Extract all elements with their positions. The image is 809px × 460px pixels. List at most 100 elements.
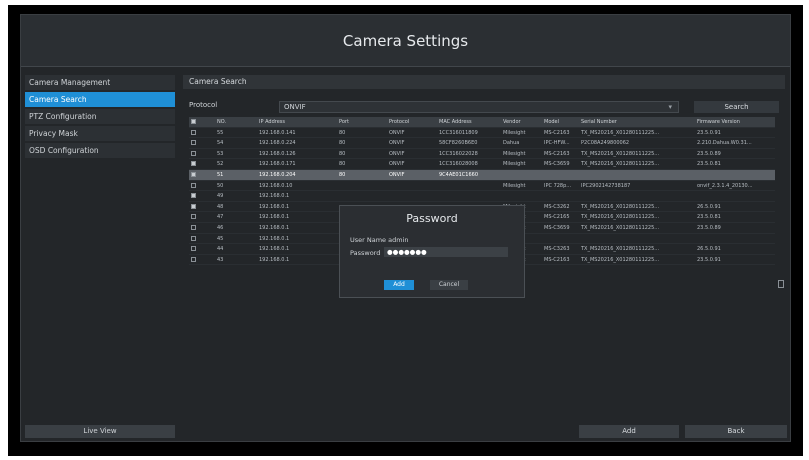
table-cell: 23.5.0.91: [697, 256, 721, 263]
table-cell: 192.168.0.204: [259, 171, 296, 178]
sidebar-item-ptz-configuration[interactable]: PTZ Configuration: [25, 109, 175, 124]
sidebar: Camera Management Camera Search PTZ Conf…: [25, 75, 175, 441]
column-header[interactable]: Vendor: [503, 119, 541, 125]
table-row[interactable]: 50 192.168.0.10 Milesight IPC 728p... IPC290…: [189, 181, 775, 192]
row-checkbox[interactable]: [191, 235, 201, 243]
table-cell: 192.168.0.126: [259, 150, 296, 157]
password-label: Password: [350, 249, 381, 257]
table-cell: 47: [217, 214, 224, 221]
table-row[interactable]: 51 192.168.0.204 80 ONVIF 9C4AE01C1660: [189, 169, 775, 181]
table-cell: TX_MS20216_X01280111225...: [581, 150, 660, 157]
dialog-cancel-button[interactable]: Cancel: [430, 280, 468, 290]
table-cell: TX_MS20216_X01280111225...: [581, 129, 660, 136]
column-header[interactable]: IP Address: [259, 119, 334, 125]
row-checkbox[interactable]: [191, 224, 201, 232]
back-button[interactable]: Back: [685, 425, 787, 438]
select-all-checkbox[interactable]: [191, 119, 201, 126]
table-cell: MS-C3263: [544, 246, 570, 253]
table-cell: 192.168.0.1: [259, 214, 290, 221]
table-cell: Milesight: [503, 129, 526, 136]
table-cell: 50: [217, 182, 224, 189]
column-header[interactable]: Model: [544, 119, 580, 125]
table-cell: 192.168.0.1: [259, 256, 290, 263]
table-cell: 44: [217, 246, 224, 253]
table-cell: TX_MS20216_X01280111225...: [581, 161, 660, 168]
table-cell: ONVIF: [389, 140, 405, 147]
section-title: Camera Search: [183, 75, 785, 89]
table-cell: 2.210.Dahua.W0.31...: [697, 140, 752, 147]
row-checkbox[interactable]: [191, 256, 201, 264]
table-cell: TX_MS20216_X01280111225...: [581, 214, 660, 221]
table-cell: 51: [217, 171, 224, 178]
table-row[interactable]: 54 192.168.0.224 80 ONVIF 58CF8260B6E0 Dahua I…: [189, 138, 775, 149]
table-cell: 23.5.0.91: [697, 129, 721, 136]
dialog-add-button[interactable]: Add: [384, 280, 414, 290]
table-cell: 46: [217, 224, 224, 231]
table-cell: 1CC316011809: [439, 129, 478, 136]
table-cell: 80: [339, 129, 346, 136]
password-field[interactable]: ●●●●●●●: [384, 247, 508, 257]
search-button[interactable]: Search: [694, 101, 779, 113]
table-cell: 80: [339, 140, 346, 147]
column-header[interactable]: Protocol: [389, 119, 439, 125]
protocol-select[interactable]: ONVIF ▾: [279, 101, 679, 113]
table-cell: TX_MS20216_X01280111225...: [581, 246, 660, 253]
column-header[interactable]: NO.: [217, 119, 247, 125]
row-checkbox[interactable]: [191, 150, 201, 158]
table-cell: 23.5.0.89: [697, 150, 721, 157]
table-cell: MS-C2163: [544, 256, 570, 263]
protocol-label: Protocol: [189, 101, 218, 109]
table-cell: 23.5.0.89: [697, 224, 721, 231]
protocol-bar: Protocol ONVIF ▾ Search: [189, 101, 779, 113]
row-checkbox[interactable]: [191, 203, 201, 211]
row-checkbox[interactable]: [191, 161, 201, 168]
scrollbar[interactable]: [778, 280, 784, 288]
sidebar-item-camera-search[interactable]: Camera Search: [25, 92, 175, 107]
table-cell: 52: [217, 161, 224, 168]
sidebar-item-privacy-mask[interactable]: Privacy Mask: [25, 126, 175, 141]
table-row[interactable]: 49 192.168.0.1: [189, 191, 775, 202]
table-cell: 48: [217, 203, 224, 210]
table-cell: MS-C3262: [544, 203, 570, 210]
table-cell: IPC 728p...: [544, 182, 572, 189]
table-cell: 1CC316028008: [439, 161, 478, 168]
table-row[interactable]: 52 192.168.0.171 80 ONVIF 1CC316028008 Milesi…: [189, 159, 775, 170]
sidebar-item-camera-management[interactable]: Camera Management: [25, 75, 175, 90]
table-cell: 1CC316022028: [439, 150, 478, 157]
table-cell: 192.168.0.10: [259, 182, 293, 189]
sidebar-item-osd-configuration[interactable]: OSD Configuration: [25, 143, 175, 158]
table-cell: 192.168.0.1: [259, 193, 290, 200]
table-cell: MS-C2165: [544, 214, 570, 221]
password-dialog: Password User Name admin Password ●●●●●●…: [339, 205, 525, 298]
monitor-frame: Camera Settings Camera Management Camera…: [8, 5, 803, 456]
table-cell: 54: [217, 140, 224, 147]
table-cell: Milesight: [503, 150, 526, 157]
table-cell: 80: [339, 171, 346, 178]
row-checkbox[interactable]: [191, 171, 201, 179]
table-cell: TX_MS20216_X01280111225...: [581, 203, 660, 210]
row-checkbox[interactable]: [191, 182, 201, 190]
table-cell: Dahua: [503, 140, 520, 147]
column-header[interactable]: Port: [339, 119, 369, 125]
row-checkbox[interactable]: [191, 214, 201, 221]
dialog-title: Password: [406, 212, 458, 225]
table-cell: 55: [217, 129, 224, 136]
table-cell: MS-C3659: [544, 224, 570, 231]
column-header[interactable]: Serial Number: [581, 119, 691, 125]
table-cell: 26.5.0.91: [697, 246, 721, 253]
table-row[interactable]: 53 192.168.0.126 80 ONVIF 1CC316022028 Milesi…: [189, 149, 775, 160]
table-cell: 26.5.0.91: [697, 203, 721, 210]
row-checkbox[interactable]: [191, 129, 201, 137]
column-header[interactable]: MAC Address: [439, 119, 499, 125]
row-checkbox[interactable]: [191, 193, 201, 200]
column-header[interactable]: Firmware Version: [697, 119, 775, 125]
row-checkbox[interactable]: [191, 140, 201, 147]
add-button[interactable]: Add: [579, 425, 679, 438]
table-cell: Milesight: [503, 161, 526, 168]
table-row[interactable]: 55 192.168.0.141 80 ONVIF 1CC316011809 Milesi…: [189, 128, 775, 139]
row-checkbox[interactable]: [191, 246, 201, 253]
table-cell: 192.168.0.1: [259, 246, 290, 253]
live-view-button[interactable]: Live View: [25, 425, 175, 438]
table-header: NO. IP Address Port Protocol MAC Address…: [189, 117, 775, 128]
table-cell: 192.168.0.141: [259, 129, 296, 136]
